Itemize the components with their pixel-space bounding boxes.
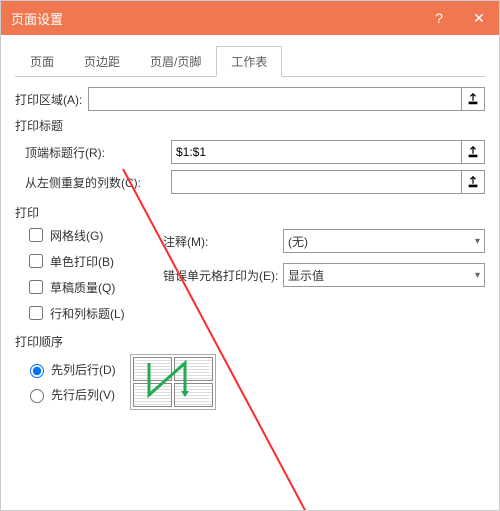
errors-row: 错误单元格打印为(E): 显示值 ▾ xyxy=(163,263,485,287)
down-then-over-input[interactable] xyxy=(30,364,44,378)
rowcol-headings-check[interactable]: 行和列标题(L) xyxy=(25,303,155,323)
down-then-over-radio[interactable]: 先列后行(D) xyxy=(25,361,116,378)
range-select-icon xyxy=(466,92,480,106)
tab-page[interactable]: 页面 xyxy=(15,46,69,77)
title-rows-label: 顶端标题行(R): xyxy=(25,144,165,161)
print-legend: 打印 xyxy=(15,204,485,221)
tab-margins[interactable]: 页边距 xyxy=(69,46,135,77)
print-group: 打印 网格线(G) 单色打印(B) 草稿质量(Q) 行和列标题(L) 注释(M)… xyxy=(15,204,485,323)
bw-checkbox[interactable] xyxy=(29,254,43,268)
bw-label: 单色打印(B) xyxy=(50,253,114,270)
title-rows-input[interactable] xyxy=(172,141,461,163)
print-titles-group: 打印标题 顶端标题行(R): 从左侧重复的列数(C): xyxy=(15,117,485,194)
close-icon: ✕ xyxy=(473,10,485,27)
order-preview xyxy=(130,354,216,410)
down-then-over-label: 先列后行(D) xyxy=(51,361,116,378)
rowcol-headings-label: 行和列标题(L) xyxy=(50,305,125,322)
tab-sheet[interactable]: 工作表 xyxy=(216,46,282,77)
print-titles-legend: 打印标题 xyxy=(15,117,485,134)
page-setup-dialog: 页面设置 ? ✕ 页面 页边距 页眉/页脚 工作表 打印区域(A): 打印标题 … xyxy=(0,0,500,511)
print-area-range-button[interactable] xyxy=(461,88,484,110)
chevron-down-icon: ▾ xyxy=(475,236,480,247)
order-arrow-icon xyxy=(131,355,215,409)
order-legend: 打印顺序 xyxy=(15,333,485,350)
titlebar: 页面设置 ? ✕ xyxy=(1,1,499,35)
comments-value: (无) xyxy=(288,233,308,250)
order-group: 打印顺序 先列后行(D) 先行后列(V) xyxy=(15,333,485,410)
title-cols-input[interactable] xyxy=(172,171,461,193)
range-select-icon xyxy=(466,145,480,159)
gridlines-check[interactable]: 网格线(G) xyxy=(25,225,155,245)
comments-select[interactable]: (无) ▾ xyxy=(283,229,485,253)
range-select-icon xyxy=(466,175,480,189)
over-then-down-input[interactable] xyxy=(30,389,44,403)
draft-checkbox[interactable] xyxy=(29,280,43,294)
print-area-row: 打印区域(A): xyxy=(15,87,485,111)
comments-row: 注释(M): (无) ▾ xyxy=(163,229,485,253)
help-button[interactable]: ? xyxy=(419,1,459,35)
title-rows-range-button[interactable] xyxy=(461,141,484,163)
comments-label: 注释(M): xyxy=(163,233,283,250)
errors-select[interactable]: 显示值 ▾ xyxy=(283,263,485,287)
title-rows-row: 顶端标题行(R): xyxy=(15,140,485,164)
chevron-down-icon: ▾ xyxy=(475,270,480,281)
title-cols-row: 从左侧重复的列数(C): xyxy=(15,170,485,194)
gridlines-label: 网格线(G) xyxy=(50,227,103,244)
print-area-label: 打印区域(A): xyxy=(15,91,82,108)
draft-label: 草稿质量(Q) xyxy=(50,279,115,296)
title-cols-range-button[interactable] xyxy=(461,171,484,193)
print-area-input[interactable] xyxy=(89,88,461,110)
close-button[interactable]: ✕ xyxy=(459,1,499,35)
print-area-field-wrap xyxy=(88,87,485,111)
draft-check[interactable]: 草稿质量(Q) xyxy=(25,277,155,297)
errors-label: 错误单元格打印为(E): xyxy=(163,267,283,284)
gridlines-checkbox[interactable] xyxy=(29,228,43,242)
title-rows-field-wrap xyxy=(171,140,485,164)
tab-header-footer[interactable]: 页眉/页脚 xyxy=(135,46,216,77)
title-cols-label: 从左侧重复的列数(C): xyxy=(25,174,165,191)
tab-strip: 页面 页边距 页眉/页脚 工作表 xyxy=(15,45,485,77)
bw-check[interactable]: 单色打印(B) xyxy=(25,251,155,271)
window-title: 页面设置 xyxy=(1,9,419,28)
rowcol-headings-checkbox[interactable] xyxy=(29,306,43,320)
errors-value: 显示值 xyxy=(288,267,324,284)
help-label: ? xyxy=(435,10,443,26)
over-then-down-label: 先行后列(V) xyxy=(51,386,115,403)
title-cols-field-wrap xyxy=(171,170,485,194)
over-then-down-radio[interactable]: 先行后列(V) xyxy=(25,386,116,403)
